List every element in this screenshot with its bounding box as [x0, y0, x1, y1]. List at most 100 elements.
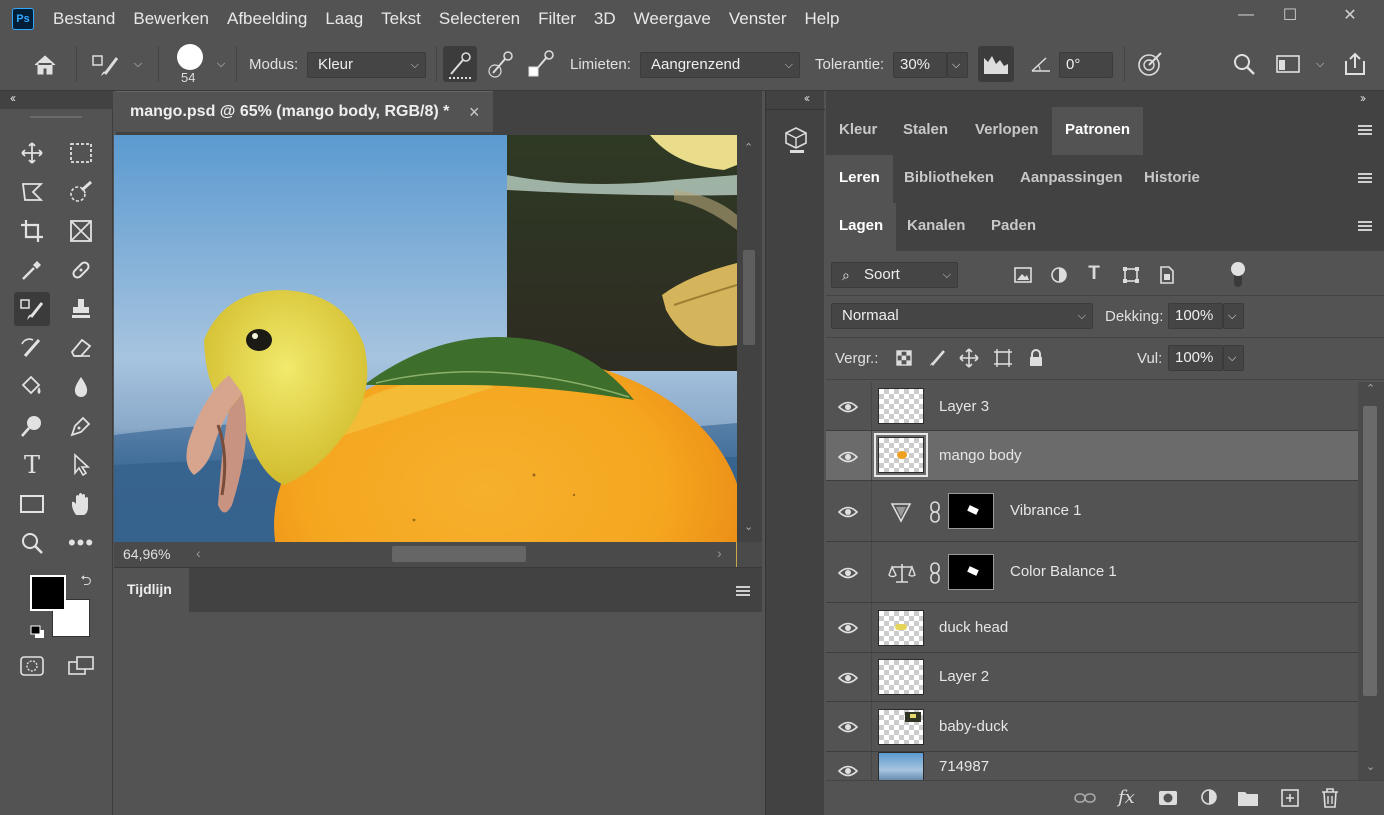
horizontal-scroll-thumb[interactable]	[392, 546, 526, 562]
opacity-input[interactable]: 100%	[1168, 303, 1223, 329]
anti-alias-button[interactable]	[978, 46, 1014, 82]
menu-bewerken[interactable]: Bewerken	[124, 0, 218, 38]
home-icon[interactable]	[28, 50, 62, 80]
marquee-tool-icon[interactable]	[63, 136, 99, 170]
folder-icon[interactable]	[1236, 787, 1260, 809]
zoom-level[interactable]: 64,96%	[123, 546, 170, 562]
scroll-left-icon[interactable]: ‹	[196, 545, 201, 561]
hand-tool-icon[interactable]	[63, 487, 99, 521]
layer-row[interactable]: baby-duck	[826, 702, 1358, 752]
tab-stalen[interactable]: Stalen	[890, 107, 961, 155]
default-colors-icon[interactable]	[30, 625, 46, 639]
limits-dropdown[interactable]: Aangrenzend ⌵	[640, 52, 800, 78]
opacity-chevron-icon[interactable]: ⌵	[1223, 303, 1244, 329]
visibility-eye-icon[interactable]	[838, 720, 858, 734]
layer-row-selected[interactable]: mango body	[826, 431, 1358, 481]
visibility-eye-icon[interactable]	[838, 400, 858, 414]
chevron-down-icon[interactable]: ⌵	[130, 56, 146, 72]
scroll-down-icon[interactable]: ⌄	[1366, 760, 1375, 773]
angle-input[interactable]: 0°	[1059, 52, 1113, 78]
layer-row[interactable]: 714987	[826, 752, 1358, 780]
layer-row[interactable]: duck head	[826, 603, 1358, 653]
panel-menu-icon[interactable]	[1358, 125, 1372, 135]
expand-dock-icon[interactable]: ››	[1360, 91, 1366, 105]
healing-brush-tool-icon[interactable]	[63, 253, 99, 287]
layer-mask-thumbnail[interactable]	[948, 493, 994, 529]
panel-menu-icon[interactable]	[1358, 173, 1372, 183]
sampling-once-button[interactable]	[484, 48, 516, 80]
filter-type-icon[interactable]: T	[1083, 263, 1105, 285]
filter-pixel-icon[interactable]	[1012, 265, 1034, 285]
layer-row[interactable]: Color Balance 1	[826, 542, 1358, 603]
menu-weergave[interactable]: Weergave	[625, 0, 720, 38]
link-icon[interactable]	[1073, 787, 1097, 809]
pen-tool-icon[interactable]	[63, 409, 99, 443]
document-tab[interactable]: mango.psd @ 65% (mango body, RGB/8) * ×	[116, 91, 493, 132]
share-icon[interactable]	[1338, 48, 1372, 80]
screen-mode-icon[interactable]	[63, 649, 99, 683]
fx-icon[interactable]: fx	[1118, 787, 1135, 808]
pressure-size-icon[interactable]	[1133, 48, 1167, 80]
chain-link-icon[interactable]	[928, 501, 942, 523]
visibility-eye-icon[interactable]	[838, 566, 858, 580]
scroll-down-icon[interactable]: ⌄	[744, 520, 753, 533]
lock-position-icon[interactable]	[958, 347, 980, 369]
timeline-menu-icon[interactable]	[736, 586, 750, 596]
scroll-right-icon[interactable]: ›	[717, 545, 722, 561]
filter-adjustment-icon[interactable]	[1048, 265, 1070, 285]
tolerance-chevron-icon[interactable]: ⌵	[947, 52, 968, 78]
menu-filter[interactable]: Filter	[529, 0, 585, 38]
tab-aanpassingen[interactable]: Aanpassingen	[1007, 155, 1136, 203]
tab-historie[interactable]: Historie	[1131, 155, 1213, 203]
sampling-continuous-button[interactable]	[443, 46, 477, 82]
menu-tekst[interactable]: Tekst	[372, 0, 430, 38]
lock-transparent-pixels-icon[interactable]	[894, 348, 914, 368]
layer-name[interactable]: 714987	[939, 758, 989, 775]
layer-mask-thumbnail[interactable]	[948, 554, 994, 590]
close-document-icon[interactable]: ×	[469, 92, 480, 132]
tab-bibliotheken[interactable]: Bibliotheken	[891, 155, 1007, 203]
layer-name[interactable]: Layer 2	[939, 668, 989, 685]
maximize-button[interactable]: ☐	[1268, 0, 1312, 30]
tab-timeline[interactable]: Tijdlijn	[114, 568, 189, 612]
path-selection-tool-icon[interactable]	[63, 448, 99, 482]
layers-scroll-thumb[interactable]	[1363, 406, 1377, 696]
frame-tool-icon[interactable]	[63, 214, 99, 248]
color-replacement-tool-icon[interactable]	[14, 292, 50, 326]
layer-row[interactable]: Layer 3	[826, 382, 1358, 431]
history-brush-tool-icon[interactable]	[14, 331, 50, 365]
workspace-icon[interactable]	[1272, 48, 1304, 80]
close-window-button[interactable]: ✕	[1320, 0, 1380, 30]
layer-name[interactable]: baby-duck	[939, 718, 1008, 735]
lock-artboard-icon[interactable]	[992, 347, 1014, 369]
move-tool-icon[interactable]	[14, 136, 50, 170]
layer-name[interactable]: Vibrance 1	[1010, 502, 1081, 519]
layer-name[interactable]: duck head	[939, 619, 1008, 636]
tab-leren[interactable]: Leren	[826, 155, 893, 203]
menu-help[interactable]: Help	[796, 0, 849, 38]
mask-icon[interactable]	[1156, 787, 1180, 809]
sampling-background-swatch-button[interactable]	[524, 48, 556, 80]
brush-preview-icon[interactable]	[177, 44, 203, 70]
swap-colors-icon[interactable]: ⮌	[76, 572, 96, 591]
more-tools-icon[interactable]: •••	[63, 526, 99, 560]
eyedropper-tool-icon[interactable]	[14, 253, 50, 287]
panel-menu-icon[interactable]	[1358, 221, 1372, 231]
document-canvas[interactable]	[114, 135, 737, 542]
filter-shape-icon[interactable]	[1120, 265, 1142, 285]
blur-tool-icon[interactable]	[63, 370, 99, 404]
fill-input[interactable]: 100%	[1168, 345, 1223, 371]
tolerance-input[interactable]: 30%	[893, 52, 947, 78]
menu-afbeelding[interactable]: Afbeelding	[218, 0, 316, 38]
chain-link-icon[interactable]	[928, 562, 942, 584]
color-replacement-tool-icon[interactable]	[88, 50, 124, 80]
crop-tool-icon[interactable]	[14, 214, 50, 248]
minimize-button[interactable]: —	[1224, 0, 1268, 30]
visibility-eye-icon[interactable]	[838, 505, 858, 519]
blend-mode-dropdown[interactable]: Normaal ⌵	[831, 303, 1093, 329]
layer-row[interactable]: Vibrance 1	[826, 481, 1358, 542]
workspace-chevron-icon[interactable]: ⌵	[1312, 56, 1328, 72]
filter-toggle-switch[interactable]	[1230, 261, 1246, 289]
layer-name[interactable]: mango body	[939, 447, 1022, 464]
paint-bucket-tool-icon[interactable]	[14, 370, 50, 404]
